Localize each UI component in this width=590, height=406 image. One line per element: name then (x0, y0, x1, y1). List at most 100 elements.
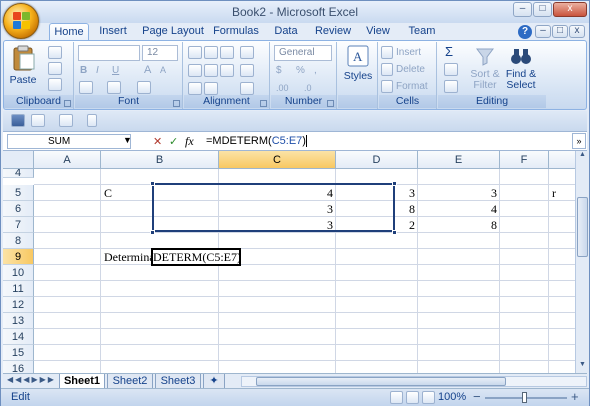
cell-e5[interactable]: 3 (418, 185, 500, 201)
formula-input[interactable]: =MDETERM(C5:E7) (206, 134, 307, 149)
column-header-a[interactable]: A (34, 151, 101, 169)
borders-icon[interactable] (79, 81, 93, 94)
column-header-d[interactable]: D (336, 151, 418, 169)
tab-home[interactable]: Home (49, 23, 89, 41)
row-header-11[interactable]: 11 (3, 281, 34, 297)
delete-cells-button[interactable]: Delete (395, 62, 426, 77)
format-cells-button[interactable]: Format (395, 79, 429, 94)
restore-button[interactable]: □ (533, 2, 552, 17)
office-button[interactable] (3, 3, 39, 39)
redo-icon[interactable] (59, 114, 73, 127)
cancel-icon[interactable]: ✕ (153, 135, 162, 148)
row-header-12[interactable]: 12 (3, 297, 34, 313)
doc-close-button[interactable]: x (569, 25, 585, 38)
undo-icon[interactable] (31, 114, 45, 127)
active-cell-editor[interactable]: DETERM(C5:E7) (151, 248, 241, 266)
save-icon[interactable] (11, 114, 25, 127)
row-header-5[interactable]: 5 (3, 185, 34, 201)
number-launcher-icon[interactable] (327, 100, 334, 107)
zoom-slider-thumb[interactable] (522, 392, 527, 403)
align-bottom-icon[interactable] (220, 46, 234, 59)
comma-button[interactable]: , (313, 63, 318, 78)
scroll-down-icon[interactable]: ▼ (577, 361, 588, 373)
orientation-icon[interactable] (240, 46, 254, 59)
bold-button[interactable]: B (79, 63, 88, 78)
align-top-icon[interactable] (188, 46, 202, 59)
insert-cells-button[interactable]: Insert (395, 45, 422, 60)
clear-icon[interactable] (444, 80, 458, 93)
font-color-icon[interactable] (137, 81, 151, 94)
doc-minimize-button[interactable]: – (535, 25, 551, 38)
range-handle-top-right[interactable] (392, 181, 397, 186)
row-header-10[interactable]: 10 (3, 265, 34, 281)
zoom-level[interactable]: 100% (438, 391, 466, 403)
align-middle-icon[interactable] (204, 46, 218, 59)
sheet-tab-sheet2[interactable]: Sheet2 (107, 374, 153, 389)
range-handle-bottom-left[interactable] (150, 230, 155, 235)
hscroll-thumb[interactable] (256, 377, 506, 386)
cell-b5[interactable]: C (104, 185, 112, 201)
worksheet-grid[interactable]: ABCDEFGH 45678910111213141516 C433r73843… (3, 151, 575, 373)
paste-button[interactable]: Paste (8, 44, 38, 86)
scroll-up-icon[interactable]: ▲ (577, 151, 588, 163)
customize-qat-icon[interactable] (87, 114, 97, 127)
insert-sheet-icon[interactable]: ✦ (203, 374, 225, 389)
row-header-15[interactable]: 15 (3, 345, 34, 361)
row-header-16[interactable]: 16 (3, 361, 34, 373)
font-name-select[interactable] (78, 45, 140, 61)
column-header-c[interactable]: C (219, 151, 336, 169)
scroll-thumb[interactable] (577, 197, 588, 257)
cell-g5[interactable]: r (552, 185, 556, 201)
percent-button[interactable]: % (295, 63, 306, 78)
tab-formulas[interactable]: Formulas (211, 23, 261, 41)
page-layout-view-icon[interactable] (406, 391, 419, 404)
zoom-in-icon[interactable]: + (571, 389, 579, 404)
tab-insert[interactable]: Insert (93, 23, 133, 41)
cell-e6[interactable]: 4 (418, 201, 500, 217)
page-break-view-icon[interactable] (422, 391, 435, 404)
column-header-b[interactable]: B (101, 151, 219, 169)
vertical-scrollbar[interactable]: ▲ ▼ (575, 151, 589, 373)
row-header-7[interactable]: 7 (3, 217, 34, 233)
column-header-e[interactable]: E (418, 151, 500, 169)
doc-restore-button[interactable]: □ (552, 25, 568, 38)
number-format-select[interactable]: General (274, 45, 332, 61)
underline-button[interactable]: U (111, 63, 120, 78)
autosum-button[interactable]: Σ (444, 44, 454, 59)
zoom-out-icon[interactable]: − (473, 389, 481, 404)
copy-icon[interactable] (48, 62, 62, 75)
alignment-launcher-icon[interactable] (260, 100, 267, 107)
sheet-nav-icon[interactable]: ◀◀◀▶▶▶ (7, 375, 56, 384)
increase-indent-icon[interactable] (204, 82, 218, 95)
fill-icon[interactable] (444, 63, 458, 76)
decrease-decimal-button[interactable]: .0 (303, 81, 313, 96)
cell-e7[interactable]: 8 (418, 217, 500, 233)
column-header-f[interactable]: F (500, 151, 549, 169)
italic-button[interactable]: I (95, 63, 100, 78)
column-header-g[interactable]: G (549, 151, 575, 169)
range-handle-bottom-right[interactable] (392, 230, 397, 235)
styles-button[interactable]: A Styles (340, 44, 376, 82)
tab-view[interactable]: View (363, 23, 393, 41)
minimize-button[interactable]: – (513, 2, 532, 17)
tab-review[interactable]: Review (312, 23, 354, 41)
decrease-indent-icon[interactable] (188, 82, 202, 95)
horizontal-scrollbar[interactable] (241, 376, 587, 387)
merge-center-icon[interactable] (240, 82, 254, 95)
sheet-tab-sheet1[interactable]: Sheet1 (59, 374, 105, 389)
wrap-text-icon[interactable] (240, 64, 254, 77)
align-left-icon[interactable] (188, 64, 202, 77)
cut-icon[interactable] (48, 46, 62, 59)
help-icon[interactable]: ? (518, 25, 532, 39)
row-header-9[interactable]: 9 (3, 249, 34, 265)
name-box[interactable]: SUM (7, 134, 131, 149)
find-select-button[interactable]: Find & Select (502, 46, 540, 91)
grow-font-button[interactable]: A (143, 63, 152, 78)
tab-team[interactable]: Team (405, 23, 439, 41)
row-header-13[interactable]: 13 (3, 313, 34, 329)
select-all-corner[interactable] (3, 151, 34, 169)
font-size-select[interactable]: 12 (142, 45, 178, 61)
sheet-tab-sheet3[interactable]: Sheet3 (155, 374, 201, 389)
enter-icon[interactable]: ✓ (169, 135, 178, 148)
font-launcher-icon[interactable] (173, 100, 180, 107)
